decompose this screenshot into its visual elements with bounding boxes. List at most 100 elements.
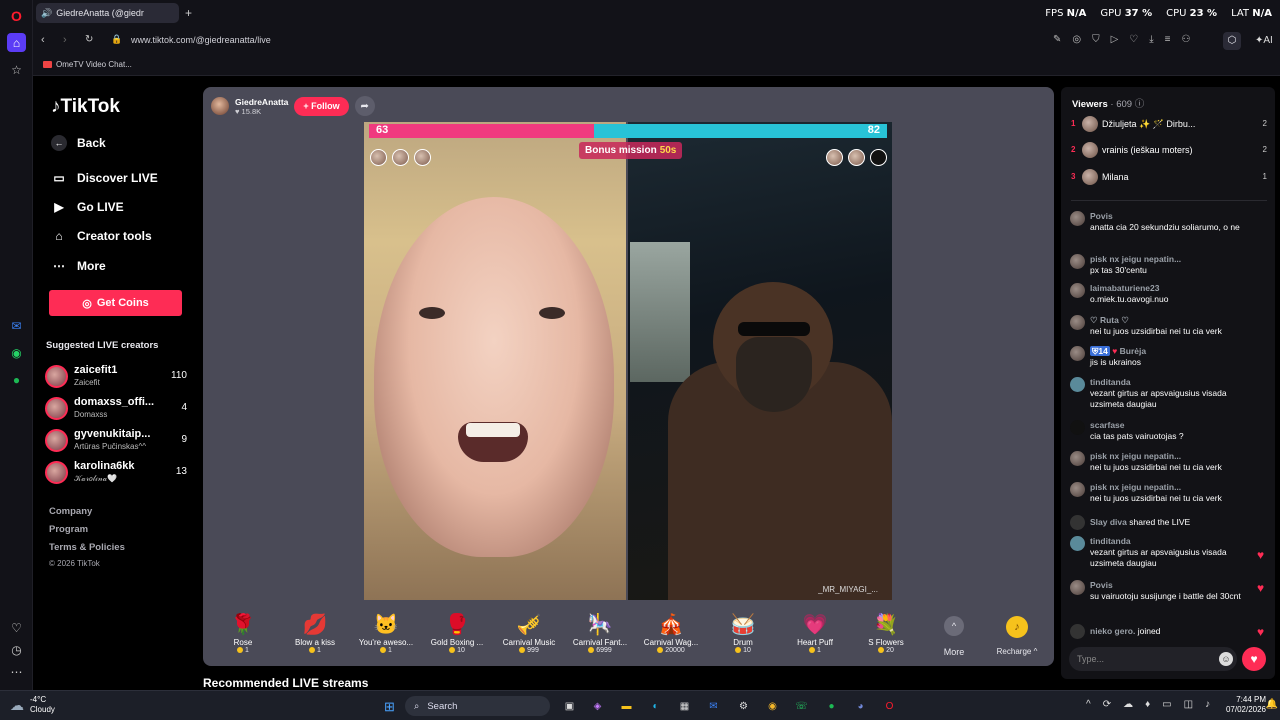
chat-username[interactable]: pisk nx jeigu nepatin... <box>1090 451 1181 461</box>
suggested-creator[interactable]: domaxss_offi... Domaxss 4 <box>45 395 187 423</box>
gift-item[interactable]: 🥁 Drum 10 <box>710 612 776 654</box>
steam-icon[interactable]: ⚙ <box>735 698 752 715</box>
gift-name: Rose <box>233 638 253 647</box>
gift-item[interactable]: 🥊 Gold Boxing ... 10 <box>424 612 490 654</box>
task-view-icon[interactable]: ▣ <box>561 698 578 715</box>
star-icon[interactable]: ☆ <box>7 60 26 79</box>
back-button[interactable]: ← Back <box>51 135 106 151</box>
chat-username[interactable]: Povis <box>1090 211 1113 221</box>
follow-button[interactable]: + Follow <box>294 96 349 116</box>
home-icon[interactable]: ⌂ <box>7 33 26 52</box>
new-tab-icon[interactable]: + <box>185 6 192 20</box>
suggested-creator[interactable]: gyvenukitaip... Artūras Pučinskas^^ 9 <box>45 427 187 455</box>
mail-icon[interactable]: ✉ <box>705 698 722 715</box>
opera-logo-icon[interactable]: O <box>7 6 26 25</box>
footer-company-link[interactable]: Company <box>49 506 92 517</box>
gift-item[interactable]: 💗 Heart Puff 1 <box>782 612 848 654</box>
more-dots-icon[interactable]: ⋯ <box>7 662 26 681</box>
heart-icon[interactable]: ♡ <box>7 618 26 637</box>
discord-icon[interactable]: ◕ <box>852 698 869 715</box>
host-avatar[interactable] <box>211 97 229 115</box>
cpu-label: CPU <box>1166 8 1187 19</box>
history-icon[interactable]: ◷ <box>7 640 26 659</box>
chat-input[interactable]: Type... <box>1069 647 1237 671</box>
file-explorer-icon[interactable]: ▬ <box>618 698 635 715</box>
host-info: GiedreAnatta ♥ 15.8K + Follow ➦ <box>211 95 375 117</box>
share-icon[interactable]: ➦ <box>354 96 375 116</box>
suggested-creator[interactable]: karolina6kk 𝒦𝒶𝓇𝑜𝓁𝒾𝓃𝒶🤍 13 <box>45 459 187 487</box>
top-viewer[interactable]: 3 Milana 1 <box>1071 169 1267 187</box>
host-name[interactable]: GiedreAnatta <box>235 97 288 107</box>
whatsapp-icon[interactable]: ◉ <box>7 343 26 362</box>
emoji-icon[interactable]: ☺ <box>1219 652 1233 666</box>
chat-username[interactable]: Povis <box>1090 580 1113 590</box>
spotify-icon[interactable]: ● <box>7 370 26 389</box>
supporter-avatar[interactable] <box>848 149 865 166</box>
gift-item[interactable]: 💐 S Flowers 20 <box>853 612 919 654</box>
system-tray-icons[interactable]: ^⟳☁♦▭◫♪ <box>1086 699 1222 710</box>
chat-username[interactable]: Slay diva <box>1090 517 1127 527</box>
edge-icon[interactable]: ◐ <box>647 698 664 715</box>
url-field[interactable]: www.tiktok.com/@giedreanatta/live <box>131 35 271 45</box>
spotify-icon[interactable]: ● <box>823 698 840 715</box>
back-arrow-icon[interactable]: ‹ <box>41 34 45 46</box>
top-viewer[interactable]: 1 Džiuljeta ✨ 🪄 Dirbu... 2 <box>1071 116 1267 134</box>
battle-video[interactable]: _MR_MIYAGI_... 63 82 Bonus mission 50s <box>364 122 892 600</box>
recharge-button[interactable]: ♪ Recharge ^ <box>987 616 1047 656</box>
nav-more[interactable]: ⋯ More <box>51 259 106 273</box>
extension-icon[interactable]: ⬡ <box>1223 32 1241 50</box>
gift-item[interactable]: 🌹 Rose 1 <box>210 612 276 654</box>
whatsapp-icon[interactable]: ☏ <box>793 698 810 715</box>
forward-arrow-icon[interactable]: › <box>63 34 67 46</box>
get-coins-button[interactable]: ◎ Get Coins <box>49 290 182 316</box>
gift-item[interactable]: 💋 Blow a kiss 1 <box>282 612 348 654</box>
supporter-avatar[interactable] <box>392 149 409 166</box>
chat-username[interactable]: ⛨14 ♥ Burėja <box>1090 346 1146 357</box>
taskbar-search[interactable]: ⌕ Search <box>405 696 550 716</box>
opera-gx-icon[interactable]: O <box>881 698 898 715</box>
footer-program-link[interactable]: Program <box>49 524 88 535</box>
gift-item[interactable]: 🐱 You're aweso... 1 <box>353 612 419 654</box>
ai-button[interactable]: ✦AI <box>1255 32 1279 50</box>
avatar <box>1070 482 1085 497</box>
nav-discover-live[interactable]: ▭ Discover LIVE <box>51 171 158 185</box>
more-gifts-button[interactable]: ^ More <box>939 616 969 657</box>
toolbar-icons[interactable]: ✎◎⛉▷♡⤓≡⚇ <box>1053 34 1201 45</box>
suggested-creator[interactable]: zaicefit1 Zaicefit 110 <box>45 363 187 391</box>
reload-icon[interactable]: ↻ <box>85 34 93 45</box>
footer-terms-link[interactable]: Terms & Policies <box>49 542 125 553</box>
supporter-avatar[interactable] <box>870 149 887 166</box>
chat-username[interactable]: pisk nx jeigu nepatin... <box>1090 482 1181 492</box>
nav-creator-tools[interactable]: ⌂ Creator tools <box>51 229 151 243</box>
viewers-header[interactable]: Viewers · 609 ⓘ <box>1072 96 1144 110</box>
recommended-heading: Recommended LIVE streams <box>203 676 369 690</box>
notification-bell-icon[interactable]: 🔔 <box>1266 699 1278 710</box>
clock[interactable]: 7:44 PM 07/02/2026 <box>1226 695 1266 715</box>
chrome-icon[interactable]: ◉ <box>764 698 781 715</box>
copilot-icon[interactable]: ◈ <box>589 698 606 715</box>
bookmark-item[interactable]: OmeTV Video Chat... <box>43 60 132 69</box>
store-icon[interactable]: ▦ <box>676 698 693 715</box>
supporter-avatar[interactable] <box>826 149 843 166</box>
chat-username[interactable]: ♡ Ruta ♡ <box>1090 315 1129 326</box>
weather-widget[interactable]: ☁ -4°C Cloudy <box>10 695 55 715</box>
gift-item[interactable]: 🎺 Carnival Music 999 <box>496 612 562 654</box>
gift-item[interactable]: 🎠 Carnival Fant... 6999 <box>567 612 633 654</box>
top-viewer[interactable]: 2 vrainis (ieškau moters) 2 <box>1071 142 1267 160</box>
tiktok-logo[interactable]: ♪TikTok <box>51 96 120 118</box>
chat-username[interactable]: nieko gero. <box>1090 626 1135 636</box>
chat-username[interactable]: scarfase <box>1090 420 1125 430</box>
nav-go-live[interactable]: ▶ Go LIVE <box>51 200 123 214</box>
supporter-avatar[interactable] <box>414 149 431 166</box>
gift-item[interactable]: 🎪 Carnival Wag... 20000 <box>638 612 704 654</box>
supporter-avatar[interactable] <box>370 149 387 166</box>
chat-username[interactable]: pisk nx jeigu nepatin... <box>1090 254 1181 264</box>
active-tab[interactable]: 🔊 GiedreAnatta (@giedr <box>36 3 179 23</box>
messenger-icon[interactable]: ✉ <box>7 316 26 335</box>
chat-username[interactable]: laimabaturiene23 <box>1090 283 1159 293</box>
chat-username[interactable]: tinditanda <box>1090 536 1131 546</box>
nav-label: Discover LIVE <box>77 171 158 185</box>
windows-start-icon[interactable]: ⊞ <box>381 698 398 715</box>
like-heart-button[interactable]: ♥ <box>1242 647 1266 671</box>
chat-username[interactable]: tinditanda <box>1090 377 1131 387</box>
